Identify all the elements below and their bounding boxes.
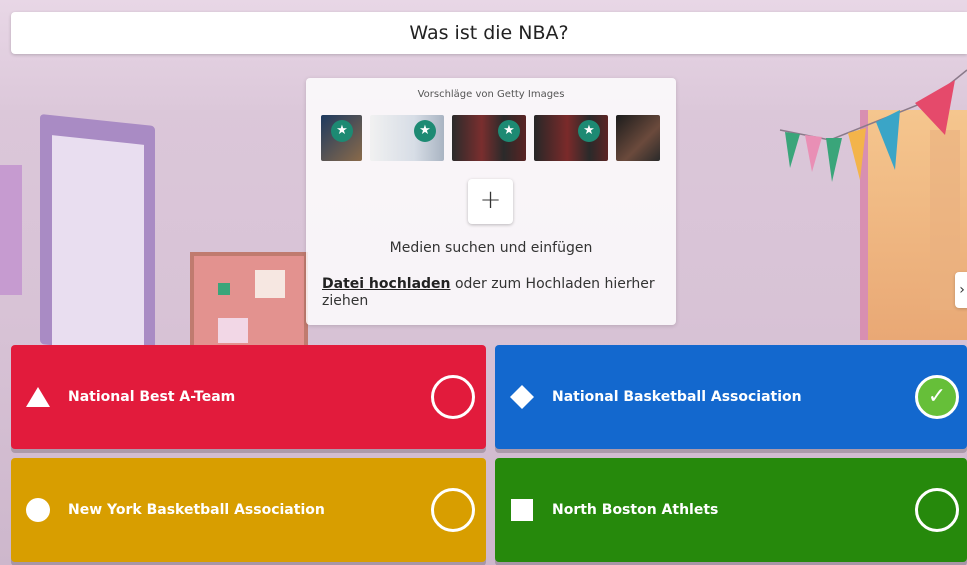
answer-1-correct-toggle[interactable] bbox=[431, 375, 475, 419]
answer-2-label[interactable]: National Basketball Association bbox=[552, 389, 802, 405]
thumbnail-1[interactable]: ★ bbox=[321, 115, 362, 161]
star-icon: ★ bbox=[498, 120, 520, 142]
answer-3-label[interactable]: New York Basketball Association bbox=[68, 502, 325, 518]
square-icon bbox=[511, 499, 533, 521]
checkmark-icon: ✓ bbox=[927, 384, 947, 409]
triangle-icon bbox=[26, 387, 50, 407]
thumbnail-3[interactable]: ★ bbox=[452, 115, 526, 161]
answer-4[interactable]: North Boston Athlets bbox=[495, 458, 967, 562]
answer-4-correct-toggle[interactable] bbox=[915, 488, 959, 532]
answer-1[interactable]: National Best A-Team bbox=[11, 345, 486, 449]
thumbnail-5[interactable] bbox=[616, 115, 660, 161]
upload-file-link[interactable]: Datei hochladen bbox=[322, 276, 451, 292]
answer-1-label[interactable]: National Best A-Team bbox=[68, 389, 235, 405]
answer-3[interactable]: New York Basketball Association bbox=[11, 458, 486, 562]
answer-4-label[interactable]: North Boston Athlets bbox=[552, 502, 718, 518]
upload-instructions: Datei hochladen oder zum Hochladen hierh… bbox=[322, 276, 662, 310]
question-title: Was ist die NBA? bbox=[409, 22, 569, 44]
circle-icon bbox=[26, 498, 50, 522]
star-icon: ★ bbox=[578, 120, 600, 142]
getty-thumbnails: ★ ★ ★ ★ bbox=[321, 115, 660, 161]
answer-3-correct-toggle[interactable] bbox=[431, 488, 475, 532]
answer-2[interactable]: National Basketball Association ✓ bbox=[495, 345, 967, 449]
getty-caption: Vorschläge von Getty Images bbox=[417, 89, 565, 100]
question-title-field[interactable]: Was ist die NBA? bbox=[11, 12, 967, 54]
star-icon: ★ bbox=[414, 120, 436, 142]
star-icon: ★ bbox=[331, 120, 353, 142]
diamond-icon bbox=[510, 385, 534, 409]
thumbnail-4[interactable]: ★ bbox=[534, 115, 608, 161]
thumbnail-2[interactable]: ★ bbox=[370, 115, 444, 161]
media-panel[interactable]: Vorschläge von Getty Images ★ ★ ★ ★ + Me… bbox=[306, 78, 676, 325]
side-panel-toggle[interactable]: › bbox=[955, 272, 967, 308]
media-search-label: Medien suchen und einfügen bbox=[389, 240, 593, 256]
answer-2-correct-toggle[interactable]: ✓ bbox=[915, 375, 959, 419]
add-media-button[interactable]: + bbox=[468, 179, 513, 224]
